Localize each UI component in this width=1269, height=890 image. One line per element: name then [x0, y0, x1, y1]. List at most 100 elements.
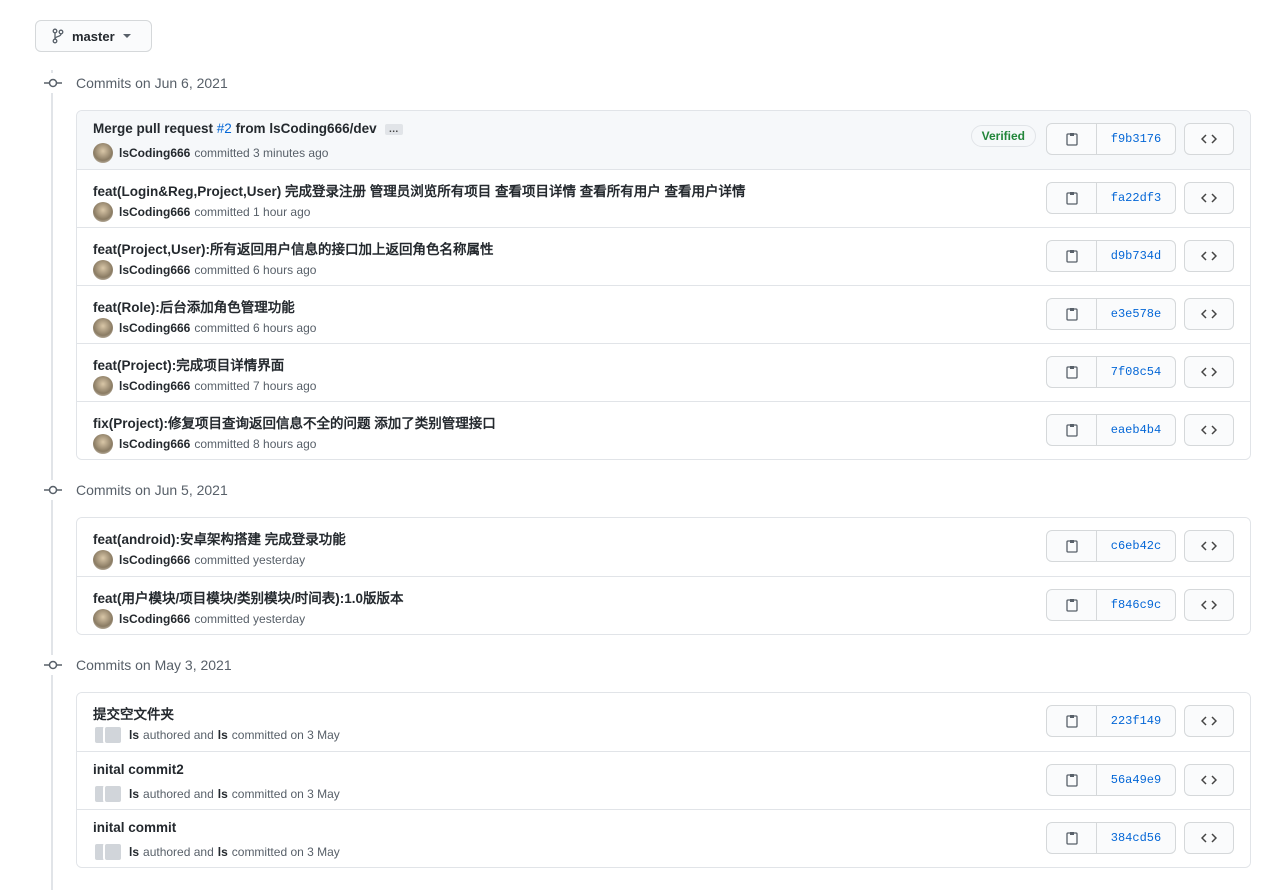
browse-repo-button[interactable] — [1184, 240, 1234, 272]
commit-sha-link[interactable]: eaeb4b4 — [1097, 415, 1175, 445]
avatar[interactable] — [93, 143, 113, 163]
commit-title: inital commit2 — [93, 762, 184, 777]
verified-badge[interactable]: Verified — [970, 125, 1036, 147]
git-branch-icon — [52, 28, 64, 44]
avatar[interactable] — [93, 376, 113, 396]
commit-sha-link[interactable]: e3e578e — [1097, 299, 1175, 329]
commit-message-link[interactable]: feat(Login&Reg,Project,User) 完成登录注册 管理员浏… — [93, 184, 746, 199]
avatar[interactable] — [93, 202, 113, 222]
code-icon — [1201, 309, 1217, 319]
author-link[interactable]: lsCoding666 — [119, 321, 190, 335]
commit-message-link[interactable]: Merge pull request — [93, 121, 217, 136]
clipboard-icon — [1065, 308, 1078, 321]
avatar[interactable] — [93, 318, 113, 338]
commit-sha-link[interactable]: 223f149 — [1097, 706, 1175, 736]
browse-repo-button[interactable] — [1184, 356, 1234, 388]
commit-sha-link[interactable]: f846c9c — [1097, 590, 1175, 620]
copy-sha-button[interactable] — [1047, 183, 1097, 213]
avatar[interactable] — [93, 434, 113, 454]
author-link[interactable]: ls — [129, 845, 139, 859]
commit-meta: lsCoding666 committed 6 hours ago — [93, 260, 316, 280]
committer-link[interactable]: ls — [218, 845, 228, 859]
commit-message-link[interactable]: feat(用户模块/项目模块/类别模块/时间表):1.0版版本 — [93, 591, 404, 606]
expand-message-button[interactable]: … — [384, 123, 403, 135]
commit-row: feat(Login&Reg,Project,User) 完成登录注册 管理员浏… — [77, 169, 1250, 227]
copy-sha-button[interactable] — [1047, 590, 1097, 620]
copy-sha-button[interactable] — [1047, 299, 1097, 329]
avatar[interactable] — [93, 260, 113, 280]
copy-sha-button[interactable] — [1047, 415, 1097, 445]
commit-time: committed 7 hours ago — [194, 379, 317, 393]
commit-sha-link[interactable]: c6eb42c — [1097, 531, 1175, 561]
commit-time: committed yesterday — [194, 553, 306, 567]
commit-sha-link[interactable]: f9b3176 — [1097, 124, 1175, 154]
commit-meta: ls authored and ls committed on 3 May — [93, 842, 340, 862]
commit-message-link[interactable]: inital commit2 — [93, 762, 184, 777]
commit-meta: lsCoding666 committed 6 hours ago — [93, 318, 316, 338]
browse-repo-button[interactable] — [1184, 530, 1234, 562]
avatar[interactable] — [103, 842, 123, 862]
browse-repo-button[interactable] — [1184, 705, 1234, 737]
browse-repo-button[interactable] — [1184, 764, 1234, 796]
avatar[interactable] — [93, 609, 113, 629]
author-link[interactable]: lsCoding666 — [119, 612, 190, 626]
commit-time: committed on 3 May — [231, 728, 340, 742]
commit-message-link[interactable]: feat(Role):后台添加角色管理功能 — [93, 300, 295, 315]
commit-node-icon — [44, 655, 62, 675]
author-link[interactable]: ls — [129, 728, 139, 742]
clipboard-icon — [1065, 832, 1078, 845]
commit-message-link[interactable]: from lsCoding666/dev — [232, 121, 377, 136]
commit-title: fix(Project):修复项目查询返回信息不全的问题 添加了类别管理接口 — [93, 412, 496, 432]
clipboard-icon — [1065, 599, 1078, 612]
commit-message-link[interactable]: fix(Project):修复项目查询返回信息不全的问题 添加了类别管理接口 — [93, 416, 496, 431]
author-link[interactable]: lsCoding666 — [119, 379, 190, 393]
author-link[interactable]: lsCoding666 — [119, 205, 190, 219]
author-link[interactable]: lsCoding666 — [119, 146, 190, 160]
browse-repo-button[interactable] — [1184, 822, 1234, 854]
author-link[interactable]: lsCoding666 — [119, 437, 190, 451]
commit-message-link[interactable]: feat(Project,User):所有返回用户信息的接口加上返回角色名称属性 — [93, 242, 494, 257]
pull-request-link[interactable]: #2 — [217, 121, 232, 136]
copy-sha-button[interactable] — [1047, 706, 1097, 736]
authored-text: authored and — [143, 787, 214, 801]
commit-sha-link[interactable]: d9b734d — [1097, 241, 1175, 271]
browse-repo-button[interactable] — [1184, 589, 1234, 621]
copy-sha-button[interactable] — [1047, 357, 1097, 387]
browse-repo-button[interactable] — [1184, 298, 1234, 330]
avatar[interactable] — [103, 784, 123, 804]
sha-button-group: f9b3176 — [1046, 123, 1176, 155]
code-icon — [1201, 600, 1217, 610]
copy-sha-button[interactable] — [1047, 765, 1097, 795]
copy-sha-button[interactable] — [1047, 241, 1097, 271]
commit-sha-link[interactable]: 7f08c54 — [1097, 357, 1175, 387]
browse-repo-button[interactable] — [1184, 123, 1234, 155]
author-link[interactable]: lsCoding666 — [119, 263, 190, 277]
commit-row: feat(用户模块/项目模块/类别模块/时间表):1.0版版本 lsCoding6… — [77, 576, 1250, 634]
commit-group-header: Commits on May 3, 2021 — [44, 655, 232, 675]
author-link[interactable]: lsCoding666 — [119, 553, 190, 567]
commit-node-icon — [44, 480, 62, 500]
commit-meta: lsCoding666 committed yesterday — [93, 609, 305, 629]
commit-message-link[interactable]: feat(Project):完成项目详情界面 — [93, 358, 284, 373]
browse-repo-button[interactable] — [1184, 182, 1234, 214]
committer-link[interactable]: ls — [218, 787, 228, 801]
avatar[interactable] — [93, 550, 113, 570]
commit-sha-link[interactable]: 384cd56 — [1097, 823, 1175, 853]
author-link[interactable]: ls — [129, 787, 139, 801]
copy-sha-button[interactable] — [1047, 531, 1097, 561]
browse-repo-button[interactable] — [1184, 414, 1234, 446]
copy-sha-button[interactable] — [1047, 823, 1097, 853]
commit-message-link[interactable]: 提交空文件夹 — [93, 707, 174, 722]
commit-meta: lsCoding666 committed 8 hours ago — [93, 434, 316, 454]
commit-message-link[interactable]: inital commit — [93, 820, 176, 835]
clipboard-icon — [1065, 366, 1078, 379]
branch-select-button[interactable]: master — [35, 20, 152, 52]
commit-title: feat(android):安卓架构搭建 完成登录功能 — [93, 528, 346, 548]
code-icon — [1201, 251, 1217, 261]
commit-sha-link[interactable]: fa22df3 — [1097, 183, 1175, 213]
copy-sha-button[interactable] — [1047, 124, 1097, 154]
commit-sha-link[interactable]: 56a49e9 — [1097, 765, 1175, 795]
commit-message-link[interactable]: feat(android):安卓架构搭建 完成登录功能 — [93, 532, 346, 547]
avatar[interactable] — [103, 725, 123, 745]
committer-link[interactable]: ls — [218, 728, 228, 742]
